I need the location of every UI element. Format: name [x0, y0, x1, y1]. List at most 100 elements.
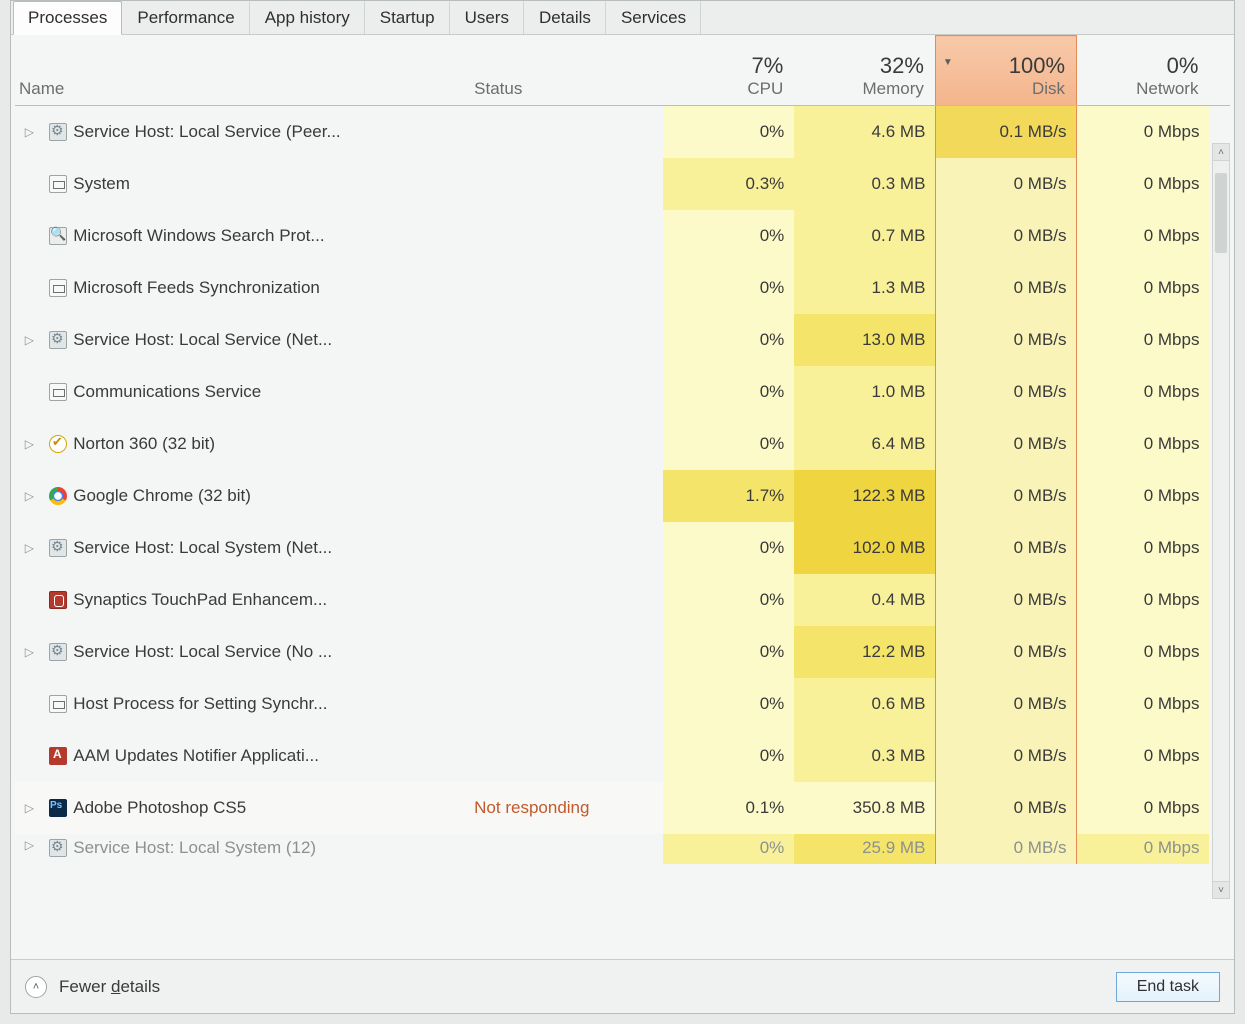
cpu-cell: 0%	[663, 678, 794, 730]
table-row[interactable]: Microsoft Windows Search Prot...0%0.7 MB…	[15, 210, 1230, 262]
table-row[interactable]: Communications Service0%1.0 MB0 MB/s0 Mb…	[15, 366, 1230, 418]
search-icon	[49, 227, 67, 245]
fewer-details-link[interactable]: Fewer details	[59, 977, 160, 997]
memory-cell: 1.3 MB	[794, 262, 935, 314]
tab-startup[interactable]: Startup	[365, 1, 450, 34]
network-cell: 0 Mbps	[1077, 678, 1210, 730]
content-area: Name Status 7% CPU 32% Memory ▼ 100%	[11, 35, 1234, 959]
expand-toggle	[15, 730, 44, 782]
expand-toggle[interactable]: ▷	[15, 522, 44, 574]
expand-toggle[interactable]: ▷	[15, 834, 44, 864]
network-cell: 0 Mbps	[1077, 262, 1210, 314]
scroll-up-button[interactable]: ˄	[1212, 143, 1230, 161]
scroll-down-button[interactable]: ˅	[1212, 881, 1230, 899]
col-header-status[interactable]: Status	[473, 36, 663, 106]
cpu-cell: 0%	[663, 730, 794, 782]
process-icon	[44, 262, 73, 314]
process-status	[473, 158, 663, 210]
col-header-name[interactable]: Name	[15, 36, 473, 106]
cpu-cell: 0%	[663, 262, 794, 314]
memory-cell: 0.3 MB	[794, 158, 935, 210]
tab-services[interactable]: Services	[606, 1, 701, 34]
disk-cell: 0 MB/s	[935, 262, 1076, 314]
expand-toggle	[15, 262, 44, 314]
cpu-cell: 0%	[663, 106, 794, 158]
expand-toggle[interactable]: ▷	[15, 626, 44, 678]
vertical-scrollbar[interactable]: ˄ ˅	[1212, 143, 1230, 899]
cpu-cell: 0%	[663, 834, 794, 864]
network-cell: 0 Mbps	[1077, 210, 1210, 262]
col-header-network[interactable]: 0% Network	[1077, 36, 1210, 106]
table-row[interactable]: AAM Updates Notifier Applicati...0%0.3 M…	[15, 730, 1230, 782]
memory-label: Memory	[795, 79, 934, 99]
memory-cell: 0.3 MB	[794, 730, 935, 782]
process-name: Service Host: Local Service (No ...	[72, 626, 473, 678]
table-row[interactable]: ▷Norton 360 (32 bit)0%6.4 MB0 MB/s0 Mbps	[15, 418, 1230, 470]
process-icon	[44, 730, 73, 782]
col-header-cpu[interactable]: 7% CPU	[663, 36, 794, 106]
table-row[interactable]: ▷Service Host: Local Service (Net...0%13…	[15, 314, 1230, 366]
table-row[interactable]: ▷Service Host: Local Service (No ...0%12…	[15, 626, 1230, 678]
process-status	[473, 366, 663, 418]
process-icon	[44, 418, 73, 470]
chevron-up-icon[interactable]: ˄	[25, 976, 47, 998]
process-status	[473, 626, 663, 678]
process-status	[473, 678, 663, 730]
table-row[interactable]: ▷ Service Host: Local System (12) 0%25.9 M…	[15, 834, 1230, 864]
tab-performance[interactable]: Performance	[122, 1, 249, 34]
process-name: System	[72, 158, 473, 210]
table-row[interactable]: ▷Service Host: Local System (Net...0%102…	[15, 522, 1230, 574]
cpu-cell: 0%	[663, 314, 794, 366]
scroll-thumb[interactable]	[1215, 173, 1227, 253]
col-header-memory[interactable]: 32% Memory	[794, 36, 935, 106]
cpu-cell: 1.7%	[663, 470, 794, 522]
memory-usage-percent: 32%	[795, 53, 934, 79]
cpu-cell: 0%	[663, 626, 794, 678]
tab-strip: ProcessesPerformanceApp historyStartupUs…	[11, 1, 1234, 35]
expand-toggle[interactable]: ▷	[15, 418, 44, 470]
disk-cell: 0 MB/s	[935, 158, 1076, 210]
network-usage-percent: 0%	[1078, 53, 1208, 79]
expand-toggle[interactable]: ▷	[15, 470, 44, 522]
process-icon	[44, 210, 73, 262]
table-row[interactable]: ▷Google Chrome (32 bit)1.7%122.3 MB0 MB/…	[15, 470, 1230, 522]
disk-cell: 0 MB/s	[935, 782, 1076, 834]
process-status	[473, 418, 663, 470]
memory-cell: 0.6 MB	[794, 678, 935, 730]
expand-toggle[interactable]: ▷	[15, 106, 44, 158]
table-row[interactable]: ▷Adobe Photoshop CS5Not responding0.1%35…	[15, 782, 1230, 834]
task-manager-window: ProcessesPerformanceApp historyStartupUs…	[10, 0, 1235, 1014]
table-row[interactable]: ▷Service Host: Local Service (Peer...0%4…	[15, 106, 1230, 158]
expand-toggle[interactable]: ▷	[15, 314, 44, 366]
ps-icon	[49, 799, 67, 817]
col-header-disk[interactable]: ▼ 100% Disk	[935, 36, 1076, 106]
memory-cell: 25.9 MB	[794, 834, 935, 864]
process-status	[473, 574, 663, 626]
process-status	[473, 730, 663, 782]
process-name: Service Host: Local System (12)	[72, 834, 473, 864]
app-icon	[49, 279, 67, 297]
memory-cell: 122.3 MB	[794, 470, 935, 522]
cpu-label: CPU	[664, 79, 793, 99]
end-task-button[interactable]: End task	[1116, 972, 1220, 1002]
disk-cell: 0 MB/s	[935, 522, 1076, 574]
table-row[interactable]: Microsoft Feeds Synchronization0%1.3 MB0…	[15, 262, 1230, 314]
scroll-track[interactable]	[1212, 161, 1230, 881]
gear-icon	[49, 123, 67, 141]
cpu-cell: 0%	[663, 210, 794, 262]
tab-details[interactable]: Details	[524, 1, 606, 34]
table-row[interactable]: Host Process for Setting Synchr...0%0.6 …	[15, 678, 1230, 730]
table-row[interactable]: Synaptics TouchPad Enhancem...0%0.4 MB0 …	[15, 574, 1230, 626]
expand-toggle[interactable]: ▷	[15, 782, 44, 834]
tab-processes[interactable]: Processes	[13, 1, 122, 35]
process-name: Google Chrome (32 bit)	[72, 470, 473, 522]
memory-cell: 0.4 MB	[794, 574, 935, 626]
process-icon	[44, 366, 73, 418]
tab-app-history[interactable]: App history	[250, 1, 365, 34]
table-row[interactable]: System0.3%0.3 MB0 MB/s0 Mbps	[15, 158, 1230, 210]
tab-users[interactable]: Users	[450, 1, 524, 34]
app-icon	[49, 383, 67, 401]
process-icon	[44, 314, 73, 366]
process-status	[473, 210, 663, 262]
process-icon	[44, 574, 73, 626]
